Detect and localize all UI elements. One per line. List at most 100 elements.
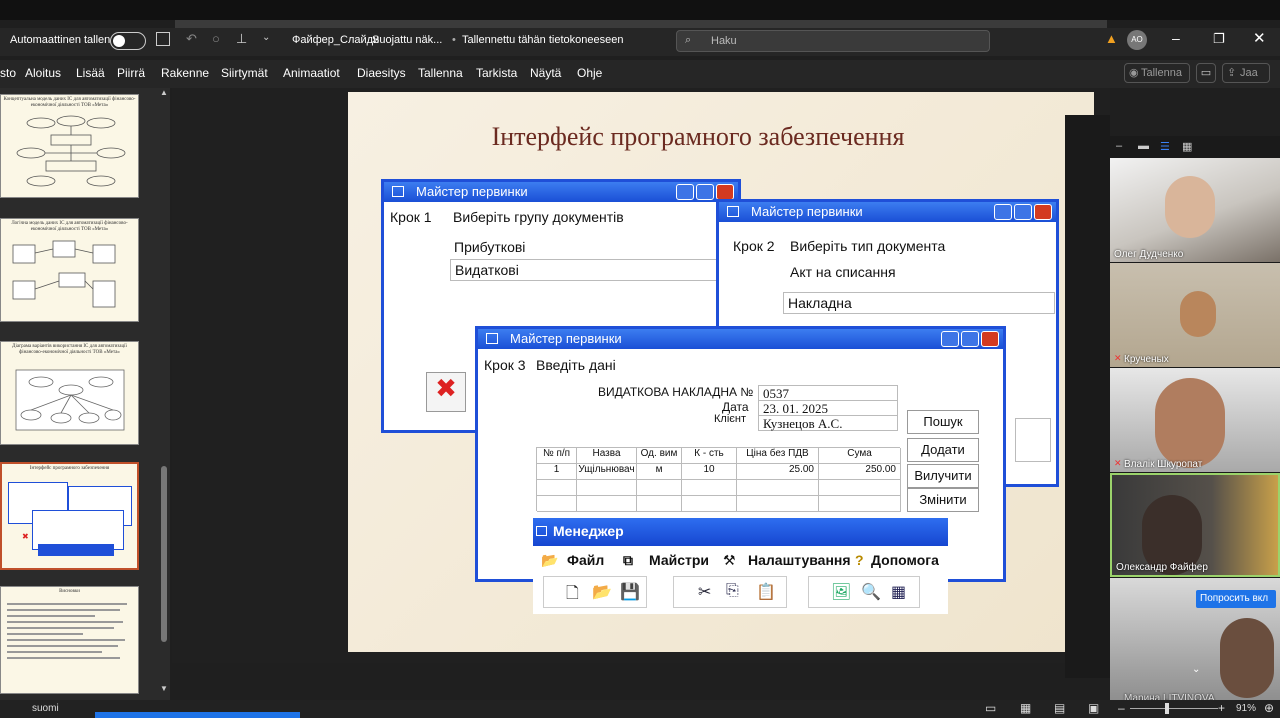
customize-icon[interactable]: ⊥ [236,31,247,47]
thumbnail-scrollbar[interactable]: ▲ ▼ [158,88,170,696]
video-tile-active-speaker[interactable]: Олександр Файфер [1110,473,1280,577]
slide-thumbnail[interactable]: Концептуальна модель даних ІС для автома… [0,94,139,198]
slide-canvas[interactable]: Інтерфейс програмного забезпечення Майст… [348,92,1094,652]
zoom-out-icon[interactable]: – [1118,701,1125,715]
autosave-toggle[interactable] [110,32,146,50]
cut-icon[interactable]: ✂ [698,582,711,602]
tab-help[interactable]: Ohje [577,66,602,80]
menu-file[interactable]: Файл [567,552,604,568]
warning-icon[interactable]: ▲ [1105,31,1118,46]
new-file-icon[interactable]: 🗋 [566,582,579,609]
reading-view-icon[interactable]: ▤ [1054,701,1065,715]
tab-record[interactable]: Tallenna [418,66,463,80]
close-icon[interactable] [716,184,734,200]
stacked-view-icon[interactable]: ☰ [1160,140,1170,153]
tab-animations[interactable]: Animaatiot [283,66,340,80]
tab-slideshow[interactable]: Diaesitys [357,66,406,80]
minimize-icon[interactable]: – [1116,140,1122,152]
tab-draw[interactable]: Piirrä [117,66,145,80]
tab-transitions[interactable]: Siirtymät [221,66,268,80]
close-icon[interactable] [1034,204,1052,220]
language-label[interactable]: suomi [32,703,59,714]
maximize-icon[interactable] [1014,204,1032,220]
date-field[interactable]: 23. 01. 2025 [758,400,898,416]
image-icon[interactable]: 🖼 [831,582,851,602]
comments-icon[interactable]: ▭ [1196,63,1216,83]
scroll-down-icon[interactable]: ▼ [160,684,168,693]
video-tile[interactable]: Попросить вкл ⌄ Марина LITVINOVA [1110,578,1280,706]
tab-review[interactable]: Tarkista [476,66,517,80]
option-invoice[interactable]: Накладна [783,292,1055,314]
add-button[interactable]: Додати [907,438,979,462]
chevron-down-icon[interactable]: ⌄ [262,32,270,43]
maximize-icon[interactable] [961,331,979,347]
menu-settings[interactable]: Налаштування [748,552,851,568]
screen-share-tab[interactable] [95,712,300,718]
restore-icon[interactable]: ❐ [1213,31,1225,47]
slide-thumbnail[interactable]: Логічна модель даних ІС для автоматизаці… [0,218,139,322]
record-button[interactable]: ◉ Tallenna [1124,63,1190,83]
redo-icon[interactable]: ○ [212,31,220,46]
close-icon[interactable] [981,331,999,347]
maximize-icon[interactable] [696,184,714,200]
doc-number-field[interactable]: 0537 [758,385,898,401]
grid-view-icon[interactable]: ▦ [1182,140,1192,153]
copy-icon[interactable]: ⎘ [726,582,739,600]
zoom-in-icon[interactable]: + [1218,701,1225,715]
video-tile[interactable]: Влалік Шкуропат ✕ [1110,368,1280,472]
table-row-empty[interactable] [537,496,901,512]
video-tile[interactable]: Крученых ✕ [1110,263,1280,367]
slide-sorter-icon[interactable]: ▦ [1020,701,1031,715]
tab-view[interactable]: Näytä [530,66,561,80]
slide-thumbnail[interactable]: Висновки [0,586,139,694]
minimize-icon[interactable] [941,331,959,347]
cancel-x-icon[interactable]: ✖ [426,372,466,412]
tab-file[interactable]: sto [0,66,16,80]
option-writeoff-act[interactable]: Акт на списання [790,264,896,280]
zoom-level[interactable]: 91% [1236,703,1256,714]
minimize-icon[interactable]: – [1172,30,1180,46]
scrollbar-thumb[interactable] [161,466,167,642]
save-icon[interactable] [156,32,170,46]
scroll-up-icon[interactable]: ▲ [160,88,168,97]
change-button[interactable]: Змінити [907,488,979,512]
slide-thumbnail-selected[interactable]: Інтерфейс програмного забезпечення ✖ [0,462,139,570]
slideshow-icon[interactable]: ▣ [1088,701,1099,715]
option-income[interactable]: Прибуткові [454,239,525,255]
tab-design[interactable]: Rakenne [161,66,209,80]
normal-view-icon[interactable]: ▭ [985,701,996,715]
undo-icon[interactable]: ↶ [186,31,197,47]
video-tile[interactable]: Олег Дудченко [1110,158,1280,262]
minimize-icon[interactable] [676,184,694,200]
step-label: Крок 3 [484,357,526,373]
table-row[interactable]: 1 Ущільнювач м 10 25.00 250.00 [537,464,901,480]
tab-insert[interactable]: Lisää [76,66,105,80]
delete-button[interactable]: Вилучити [907,464,979,488]
close-icon[interactable]: ✕ [1253,29,1266,47]
search-box[interactable]: ⌕ Haku [676,30,990,52]
minimize-icon[interactable] [994,204,1012,220]
table-row-empty[interactable] [537,480,901,496]
hidden-button[interactable] [1015,418,1051,462]
client-field[interactable]: Кузнецов А.С. [758,415,898,431]
zoom-icon[interactable]: 🔍 [861,582,881,602]
single-view-icon[interactable]: ▬ [1138,140,1149,152]
calculator-icon[interactable]: ▦ [891,582,906,602]
raise-hand-button[interactable]: Попросить вкл [1196,590,1276,608]
paste-icon[interactable]: 📋 [756,582,776,602]
slide-thumbnail[interactable]: Діаграма варіантів використання ІС для а… [0,341,139,445]
menu-help[interactable]: Допомога [871,552,939,568]
fit-slide-icon[interactable]: ⊕ [1264,701,1274,715]
option-expense[interactable]: Видаткові [450,259,750,281]
zoom-slider-track[interactable] [1130,708,1218,709]
cell-name: Ущільнювач [577,464,637,480]
menu-wizards[interactable]: Майстри [649,552,709,568]
save-icon[interactable]: 💾 [620,582,640,602]
tab-home[interactable]: Aloitus [25,66,61,80]
avatar[interactable]: AO [1127,30,1147,50]
zoom-slider-thumb[interactable] [1165,703,1169,714]
chevron-down-icon[interactable]: ⌄ [1192,664,1200,675]
search-button[interactable]: Пошук [907,410,979,434]
open-file-icon[interactable]: 📂 [592,582,612,602]
share-button[interactable]: ⇪ Jaa [1222,63,1270,83]
